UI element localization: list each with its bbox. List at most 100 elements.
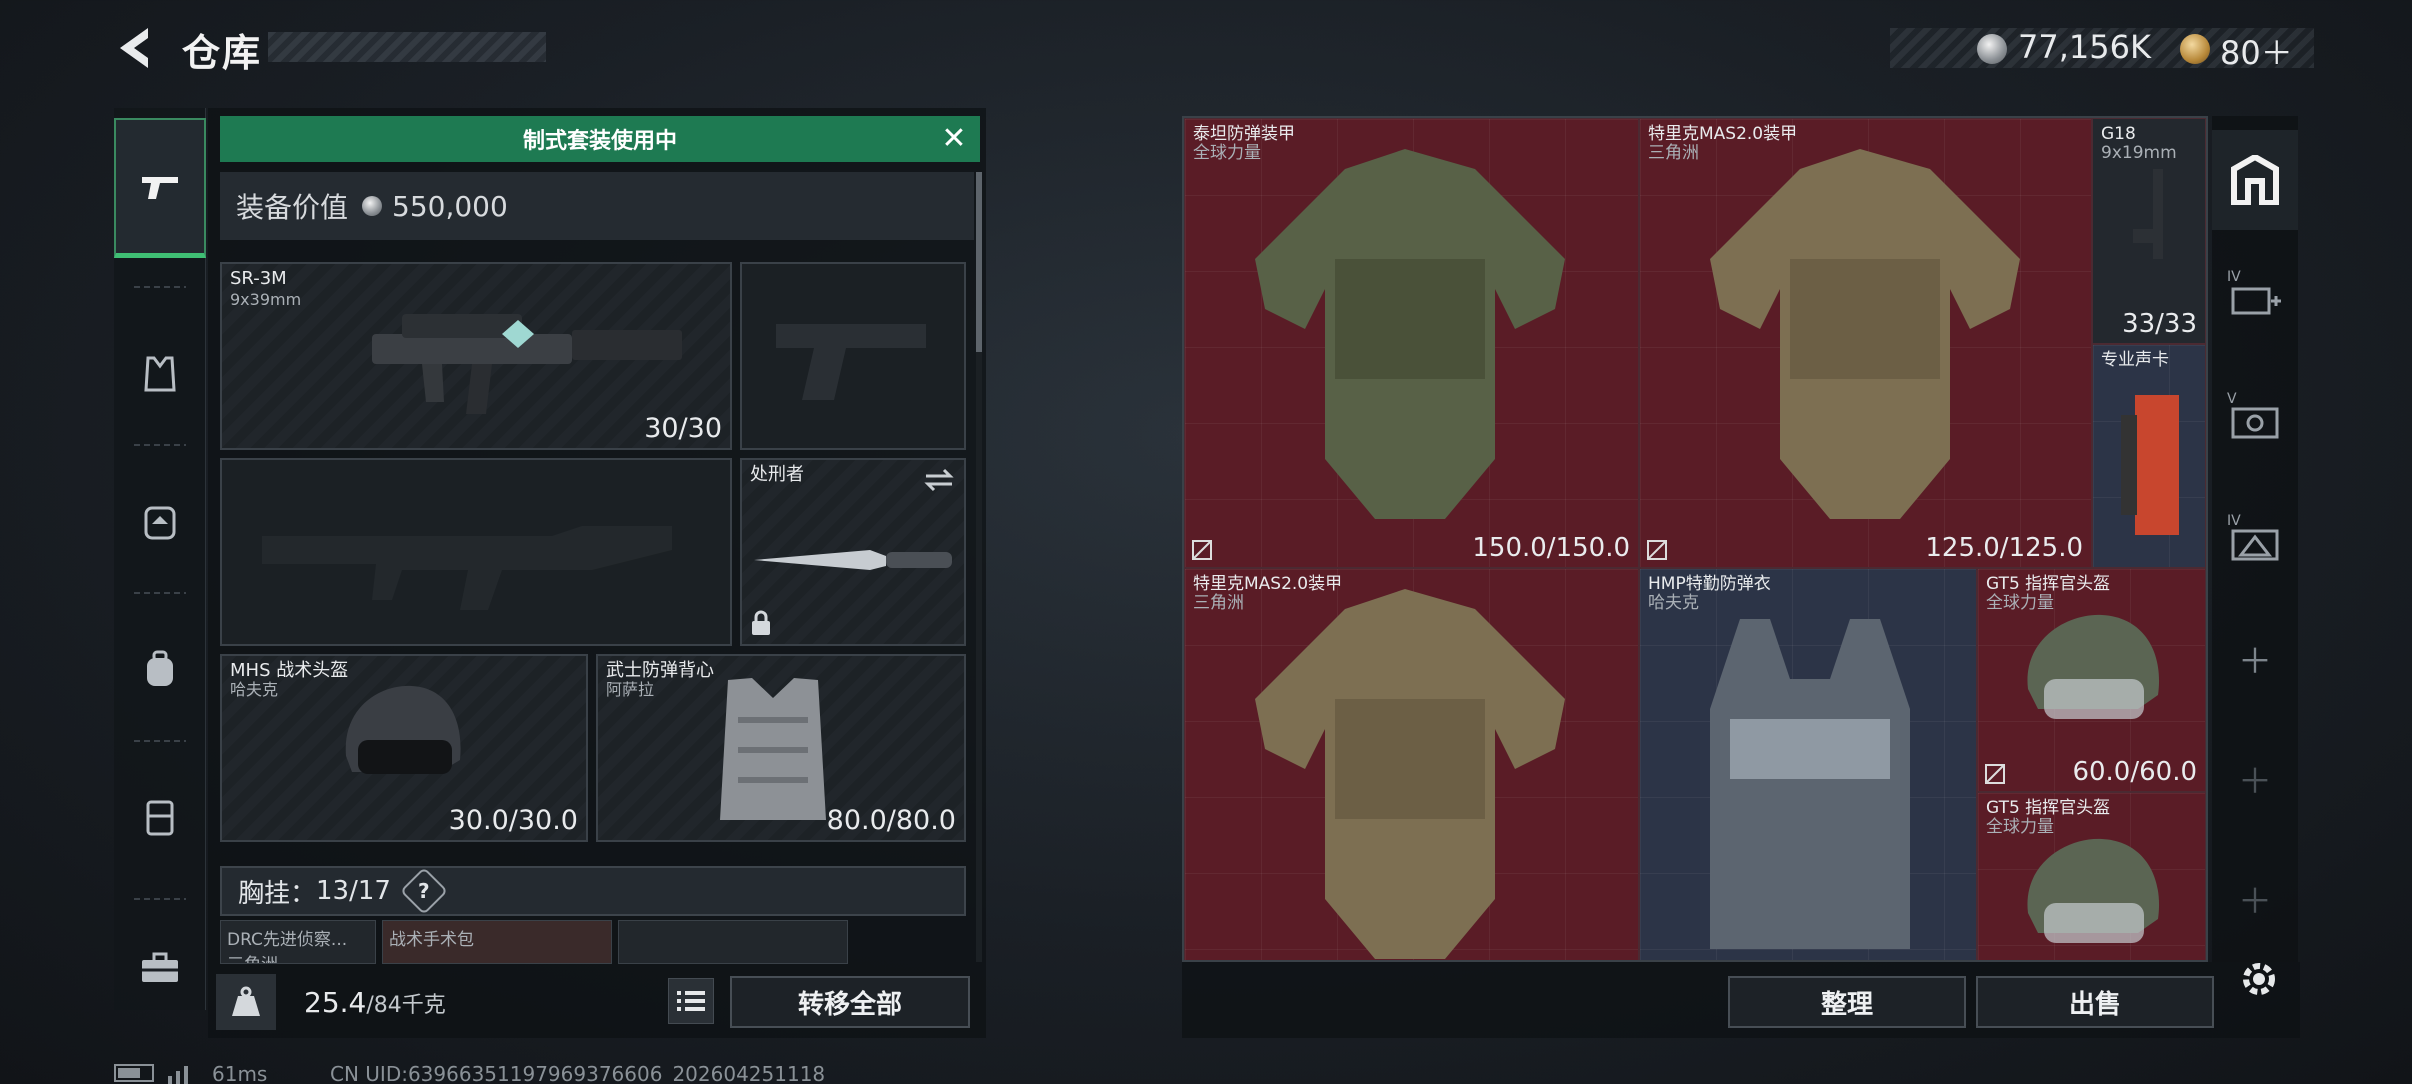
helmet-brand: 哈夫克: [230, 680, 279, 699]
storage-item-titan-armor[interactable]: 泰坦防弹装甲 全球力量 150.0/150.0: [1184, 118, 1639, 568]
chest-item-name: 战术手术包: [389, 930, 474, 950]
equipment-value-row: 装备价值 550,000: [220, 172, 974, 240]
item-name: GT5 指挥官头盔: [1986, 574, 2111, 594]
back-arrow-icon[interactable]: [112, 24, 156, 72]
armor-image: [1710, 149, 2020, 519]
scrollbar-thumb[interactable]: [976, 172, 982, 352]
item-name: HMP特勤防弹衣: [1648, 574, 1771, 594]
item-durability: 60.0/60.0: [2072, 757, 2197, 787]
pistol-icon: [142, 176, 178, 199]
list-view-button[interactable]: [668, 978, 714, 1024]
chest-rig-count: 13/17: [316, 876, 391, 906]
armor-image: [1255, 589, 1565, 959]
no-insure-icon: [1647, 540, 1667, 560]
rail-item-armor[interactable]: [114, 304, 206, 444]
sort-button[interactable]: 整理: [1728, 976, 1966, 1028]
armor-durability: 80.0/80.0: [826, 805, 956, 836]
knife-name: 处刑者: [750, 464, 804, 485]
chest-item-slot-empty[interactable]: [618, 920, 848, 964]
secondary-weapon-slot[interactable]: [740, 262, 966, 450]
category-rail: [114, 108, 206, 1010]
add-storage-button[interactable]: ＋: [2212, 608, 2298, 708]
storage-item-gt5-helmet[interactable]: GT5 指挥官头盔 全球力量: [1977, 792, 2206, 960]
equipment-value: 550,000: [392, 189, 508, 223]
storage-item-mas-armor[interactable]: 特里克MAS2.0装甲 三角洲 125.0/125.0: [1639, 118, 2092, 568]
token-amount[interactable]: 80＋: [2220, 28, 2293, 74]
carry-weight: 25.4/84千克: [304, 986, 446, 1019]
melee-slot[interactable]: 处刑者: [740, 458, 966, 646]
chest-rig-header[interactable]: 胸挂： 13/17 ?: [220, 866, 966, 916]
primary-weapon-slot[interactable]: SR-3M 9x39mm 30/30: [220, 262, 732, 450]
gear-icon[interactable]: [2236, 956, 2282, 1002]
case-icon: [146, 800, 174, 836]
helmet-durability: 30.0/30.0: [448, 805, 578, 836]
title-decoration: [268, 32, 546, 62]
list-icon: [677, 991, 705, 1011]
expansion-crate-icon: IV: [2227, 513, 2283, 563]
helmet-image: [345, 685, 461, 774]
tab-expansion-v[interactable]: V: [2212, 366, 2298, 466]
chest-item-slot[interactable]: DRC先进侦察... 三角洲: [220, 920, 376, 964]
gold-token-icon: [2180, 34, 2210, 64]
close-icon[interactable]: ✕: [938, 124, 970, 156]
plus-icon: ＋: [2238, 761, 2272, 802]
helmet-image: [2027, 614, 2160, 719]
item-durability: 150.0/150.0: [1472, 533, 1630, 563]
vest-icon: [144, 356, 176, 392]
storage-item-gt5-helmet[interactable]: GT5 指挥官头盔 全球力量 60.0/60.0: [1977, 568, 2206, 792]
item-durability: 125.0/125.0: [1925, 533, 2083, 563]
battery-icon: [114, 1064, 154, 1082]
rail-item-chest-rig[interactable]: [114, 452, 206, 592]
vest-image: [1710, 619, 1910, 949]
signal-icon: [168, 1066, 188, 1084]
add-storage-button-locked[interactable]: ＋: [2212, 728, 2298, 828]
weapon-name: SR-3M: [230, 268, 287, 289]
page-title: 仓库: [182, 31, 263, 75]
plus-icon: ＋: [2238, 881, 2272, 922]
preset-banner: 制式套装使用中: [220, 116, 980, 162]
helmet-image: [2027, 838, 2160, 943]
tab-expansion-iv[interactable]: IV: [2212, 244, 2298, 344]
pistol-image: [2133, 169, 2163, 259]
armor-name: 武士防弹背心: [606, 660, 714, 681]
storage-tabs-rail: IV V IV ＋ ＋ ＋: [2212, 116, 2298, 962]
rifle-image: [372, 314, 682, 414]
storage-grid: 泰坦防弹装甲 全球力量 150.0/150.0 特里克MAS2.0装甲 三角洲 …: [1182, 116, 2208, 962]
chest-rig-label: 胸挂：: [238, 878, 317, 909]
swap-icon[interactable]: [924, 468, 954, 492]
rail-item-toolbox[interactable]: [114, 898, 206, 1038]
chest-item-name: DRC先进侦察...: [227, 930, 348, 950]
helmet-slot[interactable]: MHS 战术头盔 哈夫克 30.0/30.0: [220, 654, 588, 842]
rail-item-container[interactable]: [114, 748, 206, 888]
secondary-rifle-slot[interactable]: [220, 458, 732, 646]
storage-item-hmp-vest[interactable]: HMP特勤防弹衣 哈夫克: [1639, 568, 1977, 960]
plus-icon: ＋: [2238, 641, 2272, 682]
transfer-all-button[interactable]: 转移全部: [730, 976, 970, 1028]
sound-card-image: [2121, 395, 2179, 535]
storage-item-sound-card[interactable]: 专业声卡: [2092, 344, 2206, 568]
tab-expansion-iv-b[interactable]: IV: [2212, 488, 2298, 588]
expansion-box-icon: IV: [2227, 269, 2283, 319]
ping-readout: 61ms: [212, 1062, 268, 1084]
no-insure-icon: [1985, 764, 2005, 784]
help-icon[interactable]: ?: [399, 866, 448, 916]
add-storage-button-locked[interactable]: ＋: [2212, 848, 2298, 948]
armor-image: [1255, 149, 1565, 519]
backpack-icon: [147, 650, 173, 686]
armor-slot[interactable]: 武士防弹背心 阿萨拉 80.0/80.0: [596, 654, 966, 842]
item-name: GT5 指挥官头盔: [1986, 798, 2111, 818]
helmet-name: MHS 战术头盔: [230, 660, 349, 681]
rail-item-weapon[interactable]: [114, 118, 206, 258]
vest-image: [720, 678, 826, 820]
storage-item-mas-armor[interactable]: 特里克MAS2.0装甲 三角洲: [1184, 568, 1639, 960]
rail-item-backpack[interactable]: [114, 600, 206, 740]
tab-main-storage[interactable]: [2212, 130, 2298, 230]
chest-item-brand: 三角洲: [227, 950, 369, 963]
storage-item-g18[interactable]: G18 9x19mm 33/33: [2092, 118, 2206, 344]
rifle-silhouette-icon: [262, 526, 672, 610]
money-amount: 77,156K: [2018, 28, 2151, 66]
sell-button[interactable]: 出售: [1976, 976, 2214, 1028]
item-name: G18: [2101, 124, 2136, 144]
expansion-case-icon: V: [2227, 391, 2283, 441]
chest-item-slot[interactable]: 战术手术包: [382, 920, 612, 964]
